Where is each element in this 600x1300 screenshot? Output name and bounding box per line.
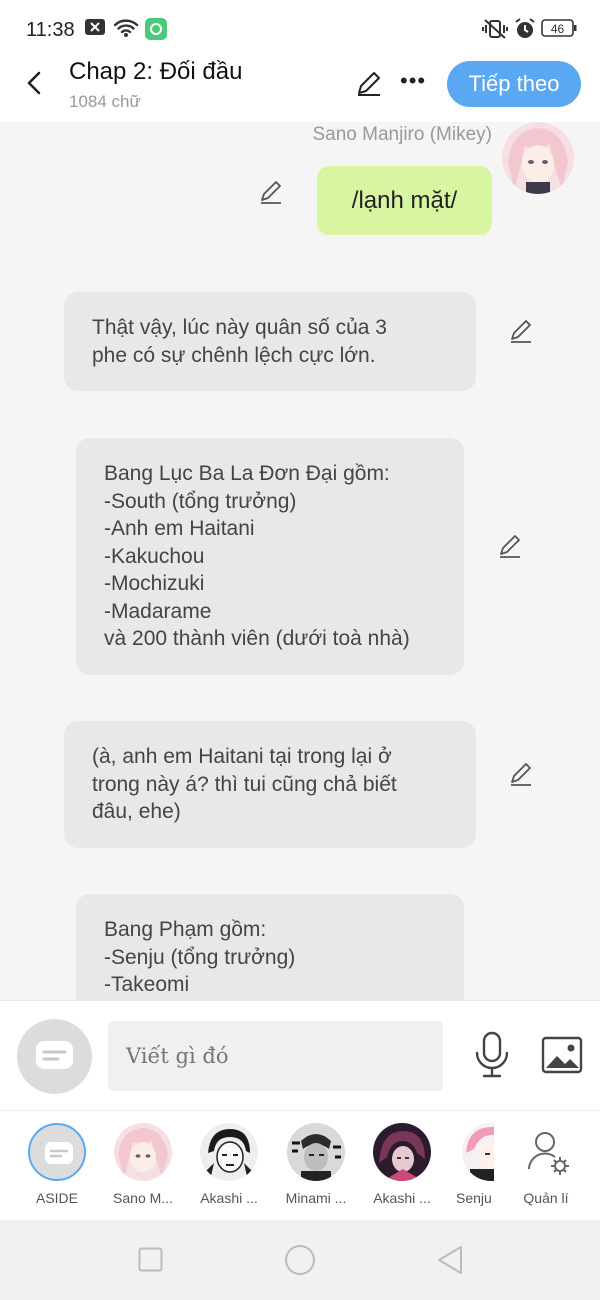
edit-message-icon[interactable] (508, 760, 536, 788)
mic-icon[interactable] (472, 1031, 512, 1079)
back-arrow-icon[interactable] (20, 68, 50, 98)
character-aside[interactable]: ASIDE (17, 1123, 97, 1206)
avatar (373, 1123, 431, 1181)
edit-message-icon[interactable] (258, 178, 286, 206)
battery-icon: 46 (541, 19, 577, 37)
character-minami[interactable]: Minami ... (276, 1123, 356, 1206)
battery-level: 46 (551, 22, 565, 36)
character-senju[interactable]: Senju (448, 1123, 494, 1206)
edit-message-icon[interactable] (508, 317, 536, 345)
status-bar: 11:38 46 (0, 0, 600, 58)
app-notification-icon (145, 18, 167, 40)
more-icon[interactable]: ••• (400, 68, 426, 94)
avatar (287, 1123, 345, 1181)
chat-icon (36, 1041, 73, 1069)
aside-avatar (28, 1123, 86, 1181)
character-label: Akashi ... (373, 1190, 431, 1206)
avatar (200, 1123, 258, 1181)
avatar (462, 1123, 494, 1181)
narration-bubble[interactable]: Bang Lục Ba La Đơn Đại gồm: -South (tổng… (76, 438, 464, 675)
image-icon[interactable] (541, 1035, 583, 1075)
character-label: Akashi ... (200, 1190, 258, 1206)
composer-bar (0, 1000, 600, 1110)
narration-bubble[interactable]: Bang Phạm gồm: -Senju (tổng trưởng) -Tak… (76, 894, 464, 1000)
character-akashi-2[interactable]: Akashi ... (362, 1123, 442, 1206)
character-label: Sano M... (113, 1190, 173, 1206)
avatar-senju-image (462, 1123, 494, 1181)
status-time: 11:38 (26, 19, 75, 41)
character-akashi-1[interactable]: Akashi ... (189, 1123, 269, 1206)
chat-icon (45, 1142, 73, 1164)
avatar-akashi-image (200, 1123, 258, 1181)
aside-toggle-button[interactable] (17, 1019, 92, 1094)
chapter-header: Chap 2: Đối đầu 1084 chữ ••• Tiếp theo (0, 58, 600, 122)
circle-icon[interactable] (284, 1244, 316, 1276)
speaker-name: Sano Manjiro (Mikey) (312, 124, 493, 145)
character-message-bubble[interactable]: /lạnh mặt/ (317, 166, 492, 235)
narration-bubble[interactable]: Thật vậy, lúc này quân số của 3 phe có s… (64, 292, 476, 391)
next-button[interactable]: Tiếp theo (447, 61, 581, 107)
avatar-mikey-image (502, 122, 574, 194)
user-settings-icon (528, 1132, 569, 1175)
square-icon[interactable] (138, 1247, 163, 1272)
character-sano[interactable]: Sano M... (103, 1123, 183, 1206)
character-label: Senju (456, 1190, 492, 1206)
character-label: Quản lí (523, 1190, 569, 1206)
character-selector: ASIDE Sano M... Akashi ... Minami ... Ak… (0, 1110, 600, 1220)
system-nav-bar (0, 1220, 600, 1300)
manage-characters-button[interactable]: Quản lí (506, 1123, 586, 1206)
edit-message-icon[interactable] (497, 532, 525, 560)
close-notification-icon (85, 19, 105, 35)
pencil-icon[interactable] (354, 68, 384, 98)
avatar-sano-image (114, 1123, 172, 1181)
avatar-minami-image (287, 1123, 345, 1181)
wifi-icon (113, 19, 139, 37)
chapter-title: Chap 2: Đối đầu (69, 58, 243, 85)
message-input[interactable] (108, 1021, 443, 1091)
avatar (114, 1123, 172, 1181)
avatar[interactable] (502, 122, 574, 194)
chat-area[interactable]: Sano Manjiro (Mikey) /lạnh mặt/ Thật vậy… (0, 122, 600, 1000)
character-label: Minami ... (285, 1190, 347, 1206)
triangle-back-icon[interactable] (435, 1244, 465, 1276)
character-label: ASIDE (35, 1190, 78, 1206)
narration-bubble[interactable]: (à, anh em Haitani tại trong lại ở trong… (64, 721, 476, 848)
avatar-akashi-2-image (373, 1123, 431, 1181)
word-count: 1084 chữ (69, 92, 141, 111)
vibrate-icon (482, 19, 508, 39)
alarm-icon (515, 18, 535, 38)
